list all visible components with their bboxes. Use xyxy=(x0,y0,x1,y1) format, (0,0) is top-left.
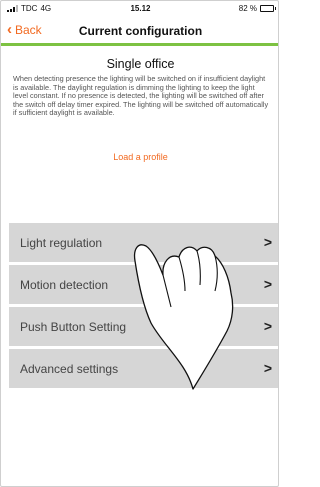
chevron-right-icon: > xyxy=(263,360,272,376)
phone-screen: TDC 4G 15.12 82 % ‹ Back Current configu… xyxy=(0,0,279,487)
battery-percent: 82 % xyxy=(238,4,257,13)
status-right: 82 % xyxy=(238,4,276,13)
menu-item-light-regulation[interactable]: Light regulation > xyxy=(9,223,278,262)
load-profile-link[interactable]: Load a profile xyxy=(1,152,278,162)
chevron-right-icon: > xyxy=(263,276,272,292)
menu-item-label: Advanced settings xyxy=(20,362,119,376)
nav-title: Current configuration xyxy=(78,24,203,38)
chevron-right-icon: > xyxy=(263,234,272,250)
status-bar: TDC 4G 15.12 82 % xyxy=(1,1,278,18)
configuration-description: When detecting presence the lighting wil… xyxy=(13,74,269,118)
status-time: 15.12 xyxy=(130,4,151,13)
menu-item-label: Motion detection xyxy=(20,278,109,292)
menu-item-label: Light regulation xyxy=(20,236,103,250)
nav-bar: ‹ Back Current configuration xyxy=(1,18,278,46)
battery-icon xyxy=(260,5,276,12)
menu-item-advanced-settings[interactable]: Advanced settings > xyxy=(9,349,278,388)
menu-item-push-button-setting[interactable]: Push Button Setting > xyxy=(9,307,278,346)
settings-menu: Light regulation > Motion detection > Pu… xyxy=(9,223,278,391)
menu-item-motion-detection[interactable]: Motion detection > xyxy=(9,265,278,304)
chevron-right-icon: > xyxy=(263,318,272,334)
menu-item-label: Push Button Setting xyxy=(20,320,127,334)
page-title: Single office xyxy=(106,57,175,71)
